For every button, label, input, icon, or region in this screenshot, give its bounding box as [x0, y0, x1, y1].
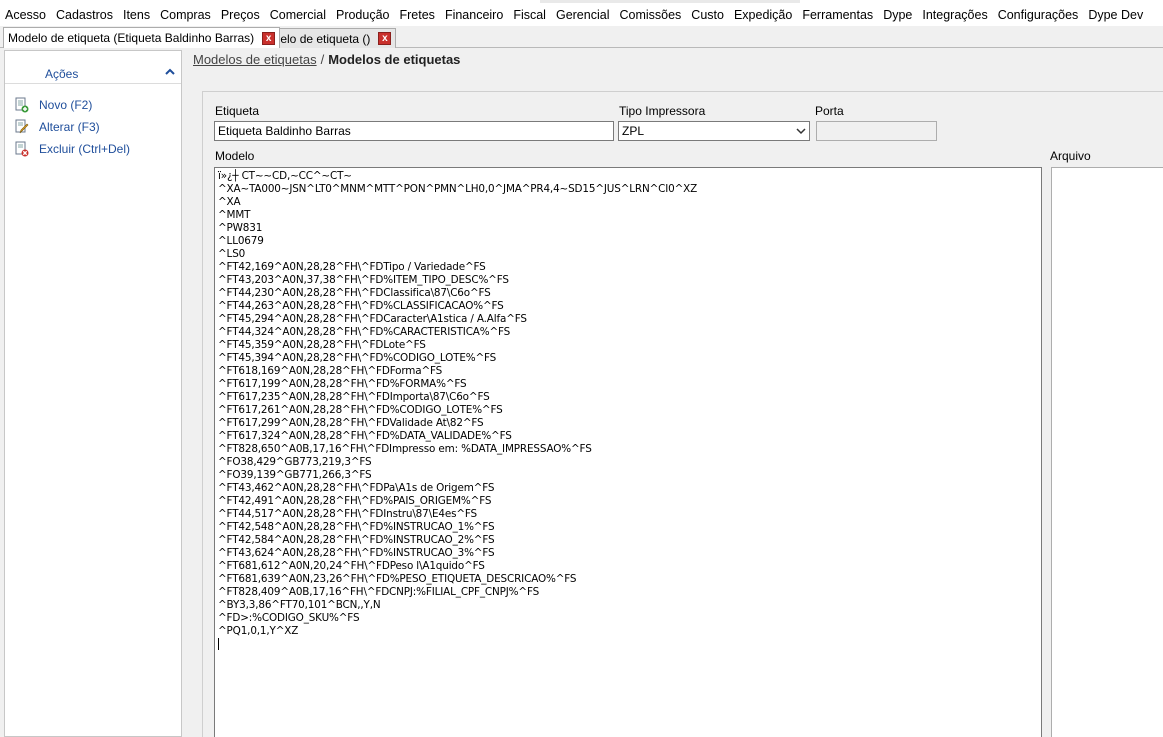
menu-bar: Acesso Cadastros Itens Compras Preços Co… [0, 4, 1163, 26]
modelo-line: ^FT45,394^A0N,28,28^FH\^FD%CODIGO_LOTE%^… [218, 352, 497, 364]
menu-acesso[interactable]: Acesso [5, 8, 51, 22]
chevron-down-icon[interactable] [796, 126, 806, 136]
modelo-line: ^FT828,409^A0B,17,16^FH\^FDCNPJ:%FILIAL_… [218, 586, 540, 598]
modelo-line: ^FD>:%CODIGO_SKU%^FS [218, 612, 360, 624]
modelo-line: ^FO38,429^GB773,219,3^FS [218, 456, 372, 468]
modelo-line: ^FT42,169^A0N,28,28^FH\^FDTipo / Varieda… [218, 261, 486, 273]
modelo-line: ^FT42,491^A0N,28,28^FH\^FD%PAIS_ORIGEM%^… [218, 495, 492, 507]
actions-sidebar: Ações Novo (F2) Alterar (F3) Excluir (Ct… [4, 50, 182, 737]
tipo-impressora-select[interactable]: ZPL [618, 121, 810, 141]
modelo-line: ^FT617,324^A0N,28,28^FH\^FD%DATA_VALIDAD… [218, 430, 512, 442]
tab-label: Modelo de etiqueta (Etiqueta Baldinho Ba… [8, 31, 255, 45]
menu-fretes[interactable]: Fretes [400, 8, 440, 22]
edit-button[interactable]: Alterar (F3) [13, 118, 100, 136]
modelo-line: ^LL0679 [218, 235, 264, 247]
page-title: Modelos de etiquetas [328, 52, 461, 67]
modelo-line: ^XA [218, 196, 241, 208]
modelo-line: ^FT45,359^A0N,28,28^FH\^FDLote^FS [218, 339, 426, 351]
actions-title: Ações [45, 67, 79, 81]
document-tab-strip: Modelo de etiqueta (Etiqueta Baldinho Ba… [0, 26, 1163, 48]
menu-dype-dev[interactable]: Dype Dev [1088, 8, 1148, 22]
modelo-line: ^XA~TA000~JSN^LT0^MNM^MTT^PON^PMN^LH0,0^… [218, 183, 698, 195]
modelo-line: ^FT44,517^A0N,28,28^FH\^FDInstru\87\E4es… [218, 508, 477, 520]
menu-dype[interactable]: Dype [883, 8, 917, 22]
menu-cadastros[interactable]: Cadastros [56, 8, 118, 22]
menu-compras[interactable]: Compras [160, 8, 216, 22]
breadcrumb-separator: / [320, 52, 325, 67]
modelo-line: ^FT44,230^A0N,28,28^FH\^FDClassifica\87\… [218, 287, 491, 299]
tab-close-icon[interactable]: x [378, 32, 392, 45]
delete-document-icon [15, 141, 29, 157]
menu-expedicao[interactable]: Expedição [734, 8, 797, 22]
modelo-line: ^FT43,462^A0N,28,28^FH\^FDPa\A1s de Orig… [218, 482, 495, 494]
modelo-line: ^FT45,294^A0N,28,28^FH\^FDCaracter\A1sti… [218, 313, 527, 325]
modelo-line: ^FT42,584^A0N,28,28^FH\^FD%INSTRUCAO_2%^… [218, 534, 495, 546]
text-caret [218, 638, 219, 650]
tab-modelo-etiqueta-baldinho[interactable]: Modelo de etiqueta (Etiqueta Baldinho Ba… [3, 27, 281, 48]
modelo-line: ^FT617,299^A0N,28,28^FH\^FDValidade At\8… [218, 417, 484, 429]
modelo-line: ^FT618,169^A0N,28,28^FH\^FDForma^FS [218, 365, 443, 377]
modelo-line: ^FT617,235^A0N,28,28^FH\^FDImporta\87\C6… [218, 391, 490, 403]
menu-ferramentas[interactable]: Ferramentas [802, 8, 878, 22]
modelo-line: ^PW831 [218, 222, 263, 234]
modelo-line: ^FT43,203^A0N,37,38^FH\^FD%ITEM_TIPO_DES… [218, 274, 509, 286]
modelo-line: ^FT44,324^A0N,28,28^FH\^FD%CARACTERISTIC… [218, 326, 511, 338]
modelo-line: ^FT828,650^A0B,17,16^FH\^FDImpresso em: … [218, 443, 592, 455]
modelo-line [218, 638, 1038, 651]
modelo-line: ^LS0 [218, 248, 246, 260]
breadcrumb: Modelos de etiquetas / Modelos de etiqueta… [193, 52, 460, 67]
menu-precos[interactable]: Preços [221, 8, 265, 22]
etiqueta-label: Etiqueta [215, 104, 260, 118]
porta-input [816, 121, 937, 141]
menu-producao[interactable]: Produção [336, 8, 395, 22]
actions-header[interactable]: Ações [5, 51, 181, 84]
delete-button[interactable]: Excluir (Ctrl+Del) [13, 140, 130, 158]
modelo-line: ^FT44,263^A0N,28,28^FH\^FD%CLASSIFICACAO… [218, 300, 504, 312]
etiqueta-input[interactable]: Etiqueta Baldinho Barras [214, 121, 614, 141]
tab-close-icon[interactable]: x [262, 31, 276, 45]
modelo-line: ^FT681,639^A0N,23,26^FH\^FD%PESO_ETIQUET… [218, 573, 577, 585]
menu-fiscal[interactable]: Fiscal [513, 8, 551, 22]
arquivo-panel[interactable] [1051, 167, 1163, 737]
edit-label: Alterar (F3) [39, 120, 100, 134]
menu-comercial[interactable]: Comercial [270, 8, 331, 22]
modelo-line: ^MMT [218, 209, 251, 221]
modelo-line: ^FT617,261^A0N,28,28^FH\^FD%CODIGO_LOTE%… [218, 404, 503, 416]
chevron-up-icon[interactable] [165, 67, 175, 77]
edit-document-icon [15, 119, 29, 134]
menu-financeiro[interactable]: Financeiro [445, 8, 508, 22]
new-document-icon [15, 97, 29, 113]
new-button[interactable]: Novo (F2) [13, 96, 92, 114]
modelo-line: ï»¿┼ CT~~CD,~CC^~CT~ [218, 170, 352, 182]
modelo-textarea[interactable]: ï»¿┼ CT~~CD,~CC^~CT~ ^XA~TA000~JSN^LT0^M… [214, 167, 1042, 737]
delete-label: Excluir (Ctrl+Del) [39, 142, 131, 156]
menu-gerencial[interactable]: Gerencial [556, 8, 615, 22]
menu-itens[interactable]: Itens [123, 8, 155, 22]
modelo-label: Modelo [215, 149, 255, 163]
modelo-line: ^FT43,624^A0N,28,28^FH\^FD%INSTRUCAO_3%^… [218, 547, 495, 559]
breadcrumb-link-modelos[interactable]: Modelos de etiquetas [193, 52, 317, 67]
modelo-line: ^BY3,3,86^FT70,101^BCN,,Y,N [218, 599, 381, 611]
menu-integracoes[interactable]: Integrações [922, 8, 992, 22]
menu-configuracoes[interactable]: Configurações [998, 8, 1084, 22]
modelo-line: ^FO39,139^GB771,266,3^FS [218, 469, 372, 481]
modelo-line: ^PQ1,0,1,Y^XZ [218, 625, 299, 637]
modelo-line: ^FT681,612^A0N,20,24^FH\^FDPeso l\A1quid… [218, 560, 485, 572]
new-label: Novo (F2) [39, 98, 93, 112]
menu-comissoes[interactable]: Comissões [619, 8, 686, 22]
tipo-impressora-value: ZPL [622, 124, 645, 138]
porta-label: Porta [815, 104, 844, 118]
arquivo-label: Arquivo [1050, 149, 1091, 163]
tipo-impressora-label: Tipo Impressora [619, 104, 706, 118]
modelo-line: ^FT42,548^A0N,28,28^FH\^FD%INSTRUCAO_1%^… [218, 521, 495, 533]
modelo-line: ^FT617,199^A0N,28,28^FH\^FD%FORMA%^FS [218, 378, 467, 390]
menu-custo[interactable]: Custo [691, 8, 729, 22]
